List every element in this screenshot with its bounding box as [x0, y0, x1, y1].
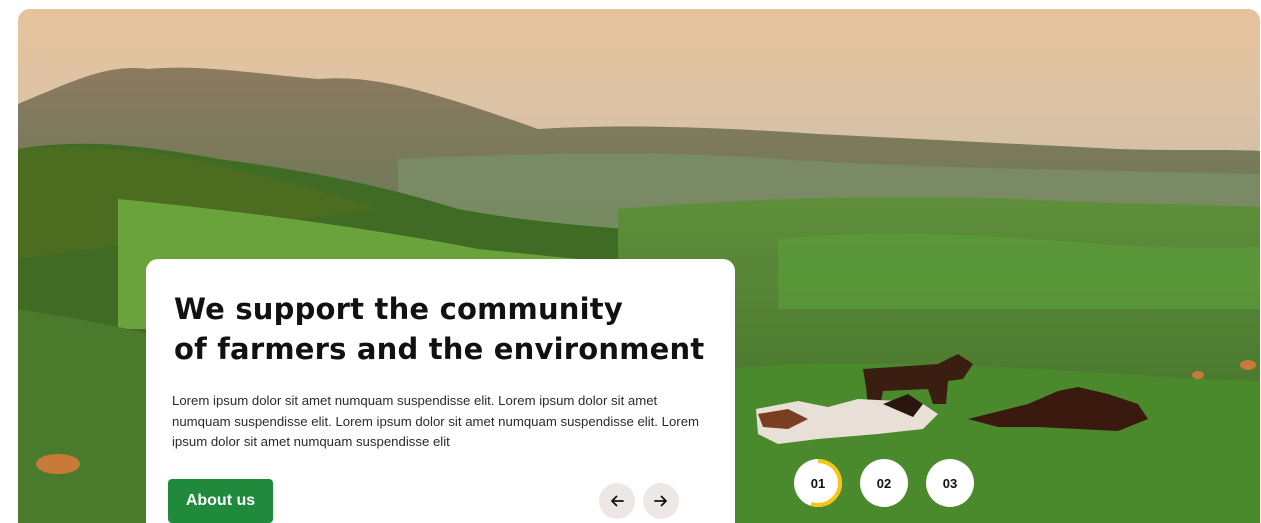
hero-title-line-1: We support the community	[174, 292, 623, 326]
slide-indicator-03[interactable]: 03	[926, 459, 974, 507]
slide-indicator-02[interactable]: 02	[860, 459, 908, 507]
next-slide-button[interactable]	[643, 483, 679, 519]
slide-number: 03	[942, 475, 958, 491]
hero-title: We support the community of farmers and …	[174, 289, 719, 369]
arrow-right-icon	[654, 495, 667, 507]
hero-description: Lorem ipsum dolor sit amet numquam suspe…	[172, 393, 700, 449]
arrow-left-icon	[611, 495, 624, 507]
slide-indicator-01[interactable]: 01	[794, 459, 842, 507]
slide-number: 02	[876, 475, 892, 491]
hero-text-card: We support the community of farmers and …	[146, 259, 735, 523]
hero-title-line-2: of farmers and the environment	[174, 332, 705, 366]
previous-slide-button[interactable]	[599, 483, 635, 519]
slide-number: 01	[810, 475, 826, 491]
about-us-button[interactable]: About us	[168, 479, 273, 523]
